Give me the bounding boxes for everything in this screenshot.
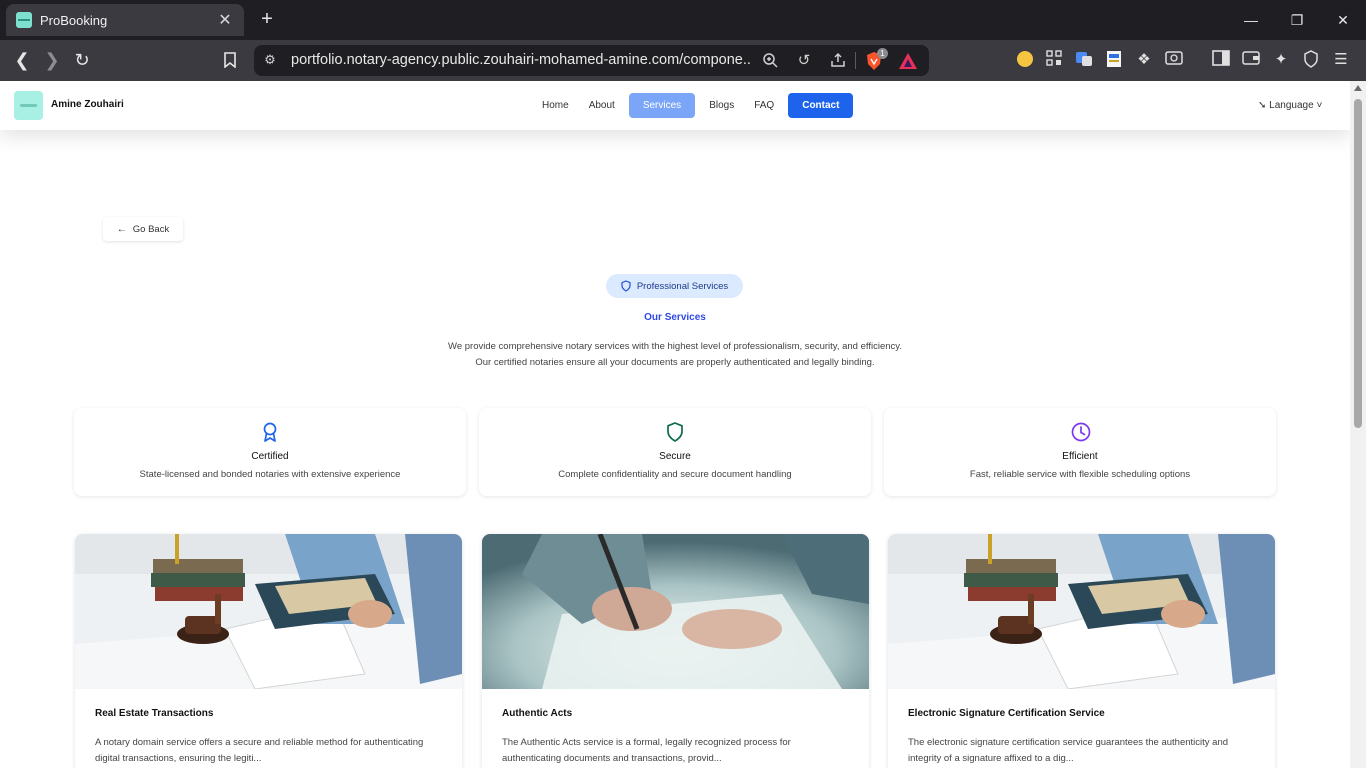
service-description-line: The electronic signature certification s… bbox=[908, 737, 1229, 748]
address-bar[interactable]: ⚙ portfolio.notary-agency.public.zouhair… bbox=[254, 45, 929, 76]
extension-doc-icon[interactable] bbox=[1104, 50, 1124, 70]
service-title[interactable]: Electronic Signature Certification Servi… bbox=[908, 708, 1105, 719]
service-description-line: The Authentic Acts service is a formal, … bbox=[502, 737, 791, 748]
clock-icon bbox=[1071, 422, 1091, 442]
scrollbar-thumb[interactable] bbox=[1354, 99, 1362, 428]
service-title[interactable]: Real Estate Transactions bbox=[95, 708, 213, 719]
brave-rewards-icon[interactable] bbox=[898, 52, 918, 70]
reload-icon[interactable]: ↻ bbox=[70, 48, 94, 72]
feature-description: Fast, reliable service with flexible sch… bbox=[969, 469, 1191, 480]
service-title[interactable]: Authentic Acts bbox=[502, 708, 572, 719]
brand-name[interactable]: Amine Zouhairi bbox=[51, 99, 124, 110]
tab-title: ProBooking bbox=[40, 12, 108, 28]
go-back-button[interactable]: ← Go Back bbox=[103, 217, 183, 241]
service-description-line: A notary domain service offers a secure … bbox=[95, 737, 424, 748]
service-description: A notary domain service offers a secure … bbox=[95, 735, 445, 767]
minimize-icon[interactable]: — bbox=[1228, 0, 1274, 40]
browser-tab[interactable]: ProBooking ✕ bbox=[6, 4, 244, 36]
service-image-gavel-book bbox=[888, 534, 1275, 689]
site-header: Amine Zouhairi Home About Services Blogs… bbox=[0, 81, 1350, 130]
feature-title: Secure bbox=[659, 451, 691, 462]
new-tab-plus-icon[interactable]: + bbox=[256, 8, 278, 30]
wallet-icon[interactable] bbox=[1241, 50, 1261, 70]
badge-label: Professional Services bbox=[636, 280, 729, 292]
nav-home[interactable]: Home bbox=[532, 93, 579, 118]
section-description-line: Our certified notaries ensure all your d… bbox=[475, 357, 875, 368]
main-nav: Home About Services Blogs FAQ Contact bbox=[532, 93, 854, 118]
language-selector[interactable]: ➘ Language ˅ bbox=[1258, 100, 1322, 111]
menu-hamburger-icon[interactable]: ☰ bbox=[1331, 50, 1351, 70]
browser-toolbar: ❮ ❯ ↻ ⚙ portfolio.notary-agency.public.z… bbox=[0, 40, 1366, 113]
sidebar-icon[interactable] bbox=[1211, 50, 1231, 70]
service-description: The Authentic Acts service is a formal, … bbox=[502, 735, 852, 767]
feature-description: State-licensed and bonded notaries with … bbox=[139, 469, 401, 480]
scroll-up-arrow-icon[interactable] bbox=[1354, 85, 1362, 91]
service-description-line: digital transactions, ensuring the legit… bbox=[95, 753, 262, 764]
section-title: Our Services bbox=[644, 312, 706, 323]
zoom-icon[interactable] bbox=[761, 52, 779, 70]
feature-card-efficient: Efficient Fast, reliable service with fl… bbox=[884, 408, 1276, 496]
professional-services-badge: Professional Services bbox=[606, 274, 743, 298]
nav-services[interactable]: Services bbox=[628, 93, 696, 118]
shield-count-badge: 1 bbox=[877, 48, 888, 59]
history-icon[interactable]: ↺ bbox=[795, 52, 813, 70]
browser-tab-bar: ProBooking ✕ + — ❐ ✕ bbox=[0, 0, 1366, 40]
feature-title: Certified bbox=[251, 451, 289, 462]
arrow-left-icon: ← bbox=[116, 223, 127, 235]
feature-card-secure: Secure Complete confidentiality and secu… bbox=[479, 408, 871, 496]
extension-wallet-icon[interactable] bbox=[1015, 50, 1035, 70]
page-scrollbar[interactable] bbox=[1350, 81, 1366, 768]
section-description-line: We provide comprehensive notary services… bbox=[448, 341, 902, 352]
restore-icon[interactable]: ❐ bbox=[1274, 0, 1320, 40]
service-image-gavel-book bbox=[75, 534, 462, 689]
share-icon[interactable] bbox=[829, 52, 847, 70]
vpn-shield-icon[interactable] bbox=[1301, 50, 1321, 70]
web-page: Amine Zouhairi Home About Services Blogs… bbox=[0, 81, 1350, 768]
service-description-line: authenticating documents and transaction… bbox=[502, 753, 722, 764]
bookmark-icon[interactable] bbox=[218, 48, 242, 72]
nav-blogs[interactable]: Blogs bbox=[699, 93, 744, 118]
url-separator bbox=[855, 52, 856, 69]
qr-code-icon[interactable] bbox=[1044, 50, 1064, 70]
back-arrow-icon[interactable]: ❮ bbox=[10, 48, 34, 72]
extensions-puzzle-icon[interactable]: ❖ bbox=[1134, 50, 1154, 70]
service-card-real-estate[interactable]: Real Estate Transactions A notary domain… bbox=[75, 534, 462, 768]
window-controls: — ❐ ✕ bbox=[1228, 0, 1366, 40]
nav-contact-button[interactable]: Contact bbox=[788, 93, 854, 118]
site-settings-icon[interactable]: ⚙ bbox=[262, 52, 278, 68]
service-image-signing bbox=[482, 534, 869, 689]
go-back-label: Go Back bbox=[132, 223, 170, 235]
language-icon: ➘ bbox=[1258, 100, 1267, 111]
chevron-down-icon: ˅ bbox=[1316, 100, 1323, 111]
language-label: Language bbox=[1269, 100, 1314, 111]
service-description: The electronic signature certification s… bbox=[908, 735, 1258, 767]
feature-card-certified: Certified State-licensed and bonded nota… bbox=[74, 408, 466, 496]
feature-title: Efficient bbox=[1062, 451, 1098, 462]
award-icon bbox=[263, 422, 277, 442]
leo-ai-icon[interactable]: ✦ bbox=[1271, 50, 1291, 70]
section-description: We provide comprehensive notary services… bbox=[0, 339, 1350, 371]
url-text[interactable]: portfolio.notary-agency.public.zouhairi-… bbox=[291, 52, 751, 68]
site-logo[interactable] bbox=[14, 91, 43, 120]
nav-about[interactable]: About bbox=[579, 93, 625, 118]
service-card-e-signature[interactable]: Electronic Signature Certification Servi… bbox=[888, 534, 1275, 768]
forward-arrow-icon[interactable]: ❯ bbox=[40, 48, 64, 72]
service-card-authentic-acts[interactable]: Authentic Acts The Authentic Acts servic… bbox=[482, 534, 869, 768]
nav-faq[interactable]: FAQ bbox=[744, 93, 784, 118]
shield-icon bbox=[667, 422, 683, 442]
translate-icon[interactable] bbox=[1074, 50, 1094, 70]
reading-list-icon[interactable] bbox=[1164, 50, 1184, 70]
close-tab-icon[interactable]: ✕ bbox=[216, 10, 234, 30]
shield-icon bbox=[621, 280, 631, 292]
service-description-line: integrity of a signature affixed to a di… bbox=[908, 753, 1074, 764]
site-favicon-icon bbox=[16, 12, 32, 28]
feature-description: Complete confidentiality and secure docu… bbox=[558, 469, 792, 480]
close-window-icon[interactable]: ✕ bbox=[1320, 0, 1366, 40]
